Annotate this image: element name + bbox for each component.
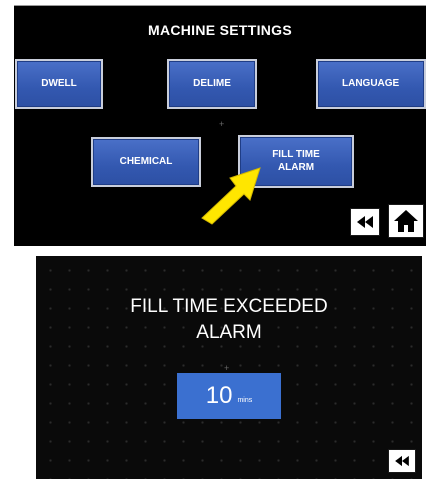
screen-title: MACHINE SETTINGS bbox=[147, 22, 293, 38]
delime-button[interactable]: DELIME bbox=[167, 59, 257, 109]
rewind-icon bbox=[357, 216, 373, 228]
crosshair-icon: + bbox=[219, 119, 225, 129]
alarm-title: FILL TIME EXCEEDED ALARM bbox=[130, 296, 328, 343]
fill-time-unit: mins bbox=[237, 397, 253, 404]
home-button[interactable] bbox=[388, 204, 424, 238]
fill-time-value: 10 bbox=[205, 382, 233, 409]
dwell-button[interactable]: DWELL bbox=[15, 59, 103, 109]
arrow-pointer-icon bbox=[201, 167, 261, 225]
rewind-icon bbox=[395, 455, 409, 467]
back-button[interactable] bbox=[388, 449, 416, 473]
back-button[interactable] bbox=[350, 208, 380, 236]
chemical-button[interactable]: CHEMICAL bbox=[91, 137, 201, 187]
crosshair-icon: + bbox=[224, 363, 230, 373]
language-button[interactable]: LANGUAGE bbox=[316, 59, 426, 109]
home-icon bbox=[394, 210, 418, 232]
fill-time-value-field[interactable]: 10 mins bbox=[177, 373, 281, 419]
machine-settings-screen: MACHINE SETTINGS DWELL DELIME LANGUAGE +… bbox=[14, 5, 426, 246]
fill-time-alarm-screen: FILL TIME EXCEEDED ALARM + 10 mins bbox=[36, 256, 422, 479]
